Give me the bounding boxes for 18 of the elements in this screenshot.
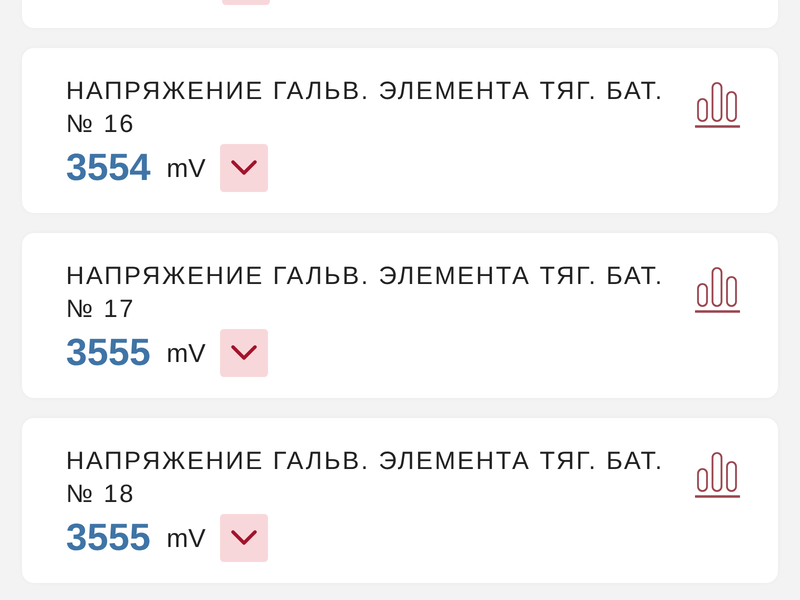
parameter-title: НАПРЯЖЕНИЕ ГАЛЬВ. ЭЛЕМЕНТА ТЯГ. БАТ. № 17 (66, 261, 665, 325)
bar-chart-icon[interactable] (695, 452, 740, 498)
unit-label: mV (166, 525, 206, 551)
expand-button[interactable] (220, 514, 268, 562)
chevron-down-icon (230, 530, 257, 546)
unit-label: mV (166, 155, 206, 181)
chevron-down-icon (230, 345, 257, 361)
parameter-value: 3555 (66, 334, 151, 372)
unit-label: mV (166, 340, 206, 366)
bar-chart-icon[interactable] (695, 267, 740, 313)
bar-chart-icon[interactable] (695, 82, 740, 128)
parameter-title: НАПРЯЖЕНИЕ ГАЛЬВ. ЭЛЕМЕНТА ТЯГ. БАТ. № 16 (66, 76, 665, 140)
parameter-value: 3554 (66, 149, 151, 187)
expand-button[interactable] (220, 144, 268, 192)
expand-button[interactable] (220, 329, 268, 377)
parameter-title: НАПРЯЖЕНИЕ ГАЛЬВ. ЭЛЕМЕНТА ТЯГ. БАТ. № 18 (66, 446, 665, 510)
parameter-value: 3555 (66, 519, 151, 557)
chevron-down-icon (230, 160, 257, 176)
